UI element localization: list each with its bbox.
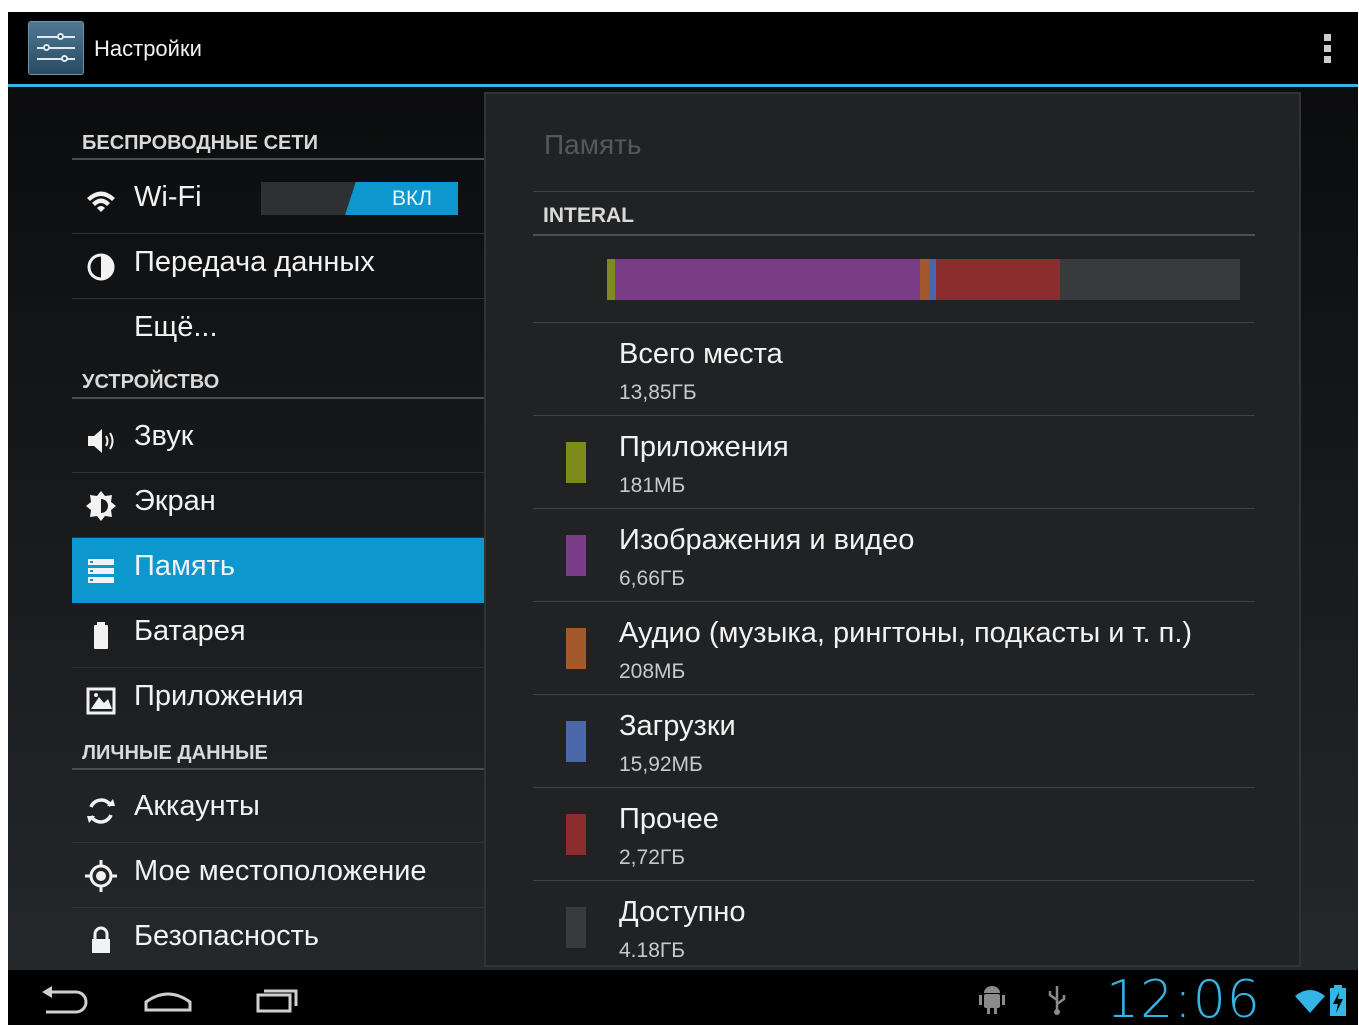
storage-row-value: 208МБ [619, 660, 686, 683]
settings-app-icon[interactable] [28, 21, 84, 75]
storage-row-title: Аудио (музыка, рингтоны, подкасты и т. п… [619, 617, 1193, 649]
storage-row-value: 13,85ГБ [619, 381, 697, 404]
lock-icon [92, 926, 110, 953]
sidebar-item-more[interactable]: Ещё... [72, 299, 484, 364]
brightness-icon [86, 491, 116, 521]
storage-row-value: 6,66ГБ [619, 567, 686, 590]
battery-charging-icon [1330, 985, 1346, 1016]
section-header-personal: ЛИЧНЫЕ ДАННЫЕ [72, 742, 484, 770]
app-title: Настройки [94, 36, 202, 61]
location-icon [85, 860, 117, 892]
section-header-wireless: БЕСПРОВОДНЫЕ СЕТИ [72, 132, 484, 160]
overflow-menu-icon[interactable] [1324, 34, 1332, 64]
storage-row-title: Доступно [619, 896, 746, 928]
sidebar-item-label: Передача данных [134, 246, 375, 278]
storage-panel: Память INTERAL Всего места 13,85ГБ Приложе… [484, 92, 1301, 967]
usage-bar-segment [936, 259, 1061, 300]
home-button-icon[interactable] [138, 984, 198, 1014]
wifi-toggle[interactable]: ВКЛ [261, 182, 458, 215]
settings-sidebar: БЕСПРОВОДНЫЕ СЕТИ Wi-Fi ВКЛ Передача дан… [72, 87, 484, 970]
color-swatch [566, 814, 586, 855]
section-header-device: УСТРОЙСТВО [72, 371, 484, 399]
data-usage-icon [87, 253, 115, 281]
sidebar-item-accounts[interactable]: Аккаунты [72, 778, 484, 843]
color-swatch [566, 535, 586, 576]
storage-usage-bar [607, 259, 1240, 300]
storage-row-title: Изображения и видео [619, 524, 915, 556]
back-button-icon[interactable] [36, 984, 96, 1014]
color-swatch [566, 721, 586, 762]
wifi-icon [87, 191, 115, 212]
storage-row-title: Всего места [619, 338, 783, 370]
color-swatch [566, 907, 586, 948]
sidebar-item-wifi[interactable]: Wi-Fi ВКЛ [72, 169, 484, 234]
system-nav-bar: 12:06 [8, 970, 1358, 1025]
sidebar-item-location[interactable]: Мое местоположение [72, 843, 484, 908]
sidebar-item-label: Экран [134, 485, 216, 517]
usage-bar-segment [919, 259, 930, 300]
wifi-toggle-label: ВКЛ [391, 187, 432, 210]
battery-icon [94, 622, 108, 649]
status-clock: 12:06 [1106, 970, 1261, 1025]
storage-row[interactable]: Доступно 4.18ГБ [533, 881, 1255, 973]
sidebar-item-security[interactable]: Безопасность [72, 908, 484, 973]
usage-bar-segment [929, 259, 937, 300]
storage-row-value: 2,72ГБ [619, 846, 686, 869]
device-screen: Настройки БЕСПРОВОДНЫЕ СЕТИ Wi-Fi ВКЛ Пе… [8, 12, 1358, 1025]
storage-row[interactable]: Загрузки 15,92МБ [533, 695, 1255, 788]
sidebar-item-data-usage[interactable]: Передача данных [72, 234, 484, 299]
sidebar-item-label: Безопасность [134, 920, 319, 952]
storage-row-title: Прочее [619, 803, 719, 835]
panel-title: Память [544, 129, 642, 160]
wifi-signal-icon [1295, 990, 1325, 1013]
speaker-icon [88, 429, 114, 453]
storage-row[interactable]: Аудио (музыка, рингтоны, подкасты и т. п… [533, 602, 1255, 695]
storage-row-title: Приложения [619, 431, 789, 463]
storage-icon [88, 559, 114, 583]
recent-apps-button-icon[interactable] [244, 984, 304, 1014]
sidebar-item-storage[interactable]: Память [72, 538, 484, 603]
sidebar-item-label: Аккаунты [134, 790, 260, 822]
color-swatch [566, 442, 586, 483]
storage-row-value: 181МБ [619, 474, 686, 497]
sidebar-item-apps[interactable]: Приложения [72, 668, 484, 733]
sidebar-item-label: Приложения [134, 680, 304, 712]
color-swatch [566, 628, 586, 669]
apps-icon [86, 687, 116, 715]
sidebar-item-label: Мое местоположение [134, 855, 427, 887]
sidebar-item-sound[interactable]: Звук [72, 408, 484, 473]
sidebar-item-label: Память [134, 550, 236, 582]
sidebar-item-label: Батарея [134, 615, 246, 647]
storage-row-title: Загрузки [619, 710, 736, 742]
usage-bar-segment [1060, 259, 1240, 300]
action-bar: Настройки [8, 12, 1358, 87]
sidebar-item-battery[interactable]: Батарея [72, 603, 484, 668]
storage-row[interactable]: Изображения и видео 6,66ГБ [533, 509, 1255, 602]
sidebar-item-label: Звук [134, 420, 194, 452]
content-area: БЕСПРОВОДНЫЕ СЕТИ Wi-Fi ВКЛ Передача дан… [8, 87, 1358, 970]
android-debug-icon [979, 986, 1005, 1014]
storage-row-value: 4.18ГБ [619, 939, 686, 962]
sidebar-item-label: Ещё... [134, 311, 218, 343]
sidebar-item-display[interactable]: Экран [72, 473, 484, 538]
storage-row[interactable]: Всего места 13,85ГБ [533, 323, 1255, 416]
storage-row[interactable]: Приложения 181МБ [533, 416, 1255, 509]
storage-category-header: INTERAL [533, 194, 1255, 236]
usage-bar-segment [607, 259, 616, 300]
usb-icon [1048, 986, 1066, 1015]
sidebar-item-label: Wi-Fi [134, 181, 202, 213]
divider [533, 191, 1255, 192]
sync-icon [87, 798, 115, 824]
storage-row[interactable]: Прочее 2,72ГБ [533, 788, 1255, 881]
usage-bar-segment [615, 259, 920, 300]
storage-row-value: 15,92МБ [619, 753, 703, 776]
